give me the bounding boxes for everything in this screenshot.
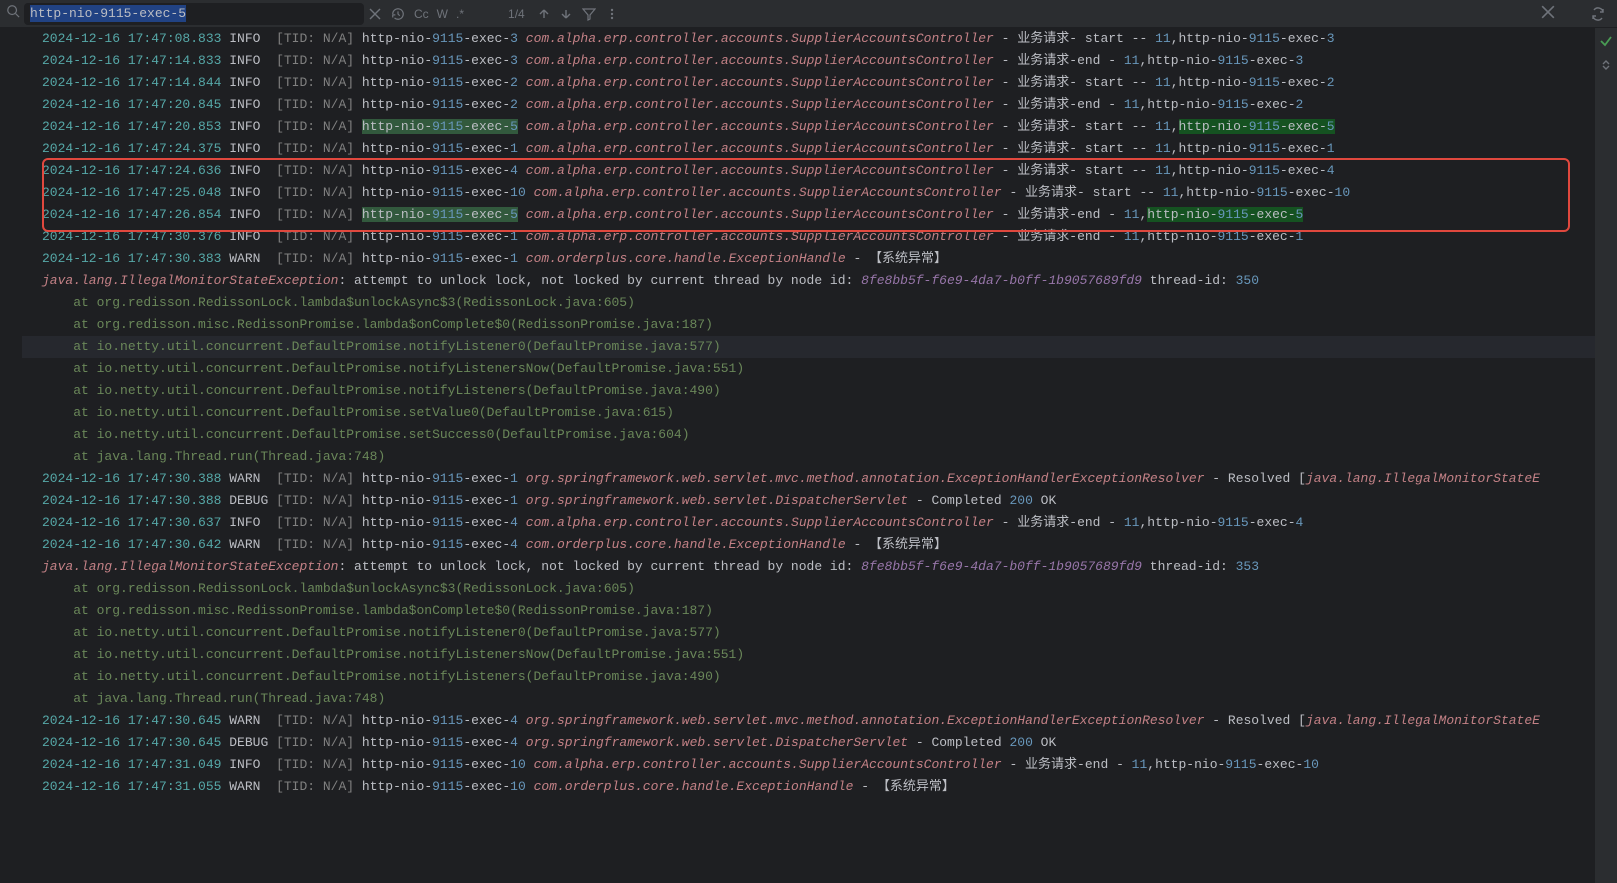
search-input[interactable]: http-nio-9115-exec-5 <box>28 5 188 22</box>
log-line[interactable]: 2024-12-16 17:47:31.049 INFO [TID: N/A] … <box>22 754 1595 776</box>
log-line[interactable]: 2024-12-16 17:47:30.383 WARN [TID: N/A] … <box>22 248 1595 270</box>
regex-toggle[interactable]: .* <box>452 7 468 21</box>
log-line[interactable]: at io.netty.util.concurrent.DefaultPromi… <box>22 424 1595 446</box>
log-line[interactable]: at org.redisson.RedissonLock.lambda$unlo… <box>22 578 1595 600</box>
prev-match-icon[interactable] <box>533 8 555 20</box>
expand-icon[interactable] <box>1600 59 1612 75</box>
log-line[interactable]: at io.netty.util.concurrent.DefaultPromi… <box>22 380 1595 402</box>
right-gutter <box>1595 28 1617 883</box>
log-line[interactable]: at io.netty.util.concurrent.DefaultPromi… <box>22 622 1595 644</box>
log-line[interactable]: at org.redisson.RedissonLock.lambda$unlo… <box>22 292 1595 314</box>
search-bar: http-nio-9115-exec-5 Cc W .* 1/4 <box>0 0 1617 28</box>
log-line[interactable]: 2024-12-16 17:47:20.845 INFO [TID: N/A] … <box>22 94 1595 116</box>
log-line[interactable]: at org.redisson.misc.RedissonPromise.lam… <box>22 314 1595 336</box>
log-line[interactable]: 2024-12-16 17:47:30.637 INFO [TID: N/A] … <box>22 512 1595 534</box>
log-line[interactable]: 2024-12-16 17:47:24.375 INFO [TID: N/A] … <box>22 138 1595 160</box>
log-line[interactable]: at io.netty.util.concurrent.DefaultPromi… <box>22 358 1595 380</box>
search-icon <box>6 4 20 23</box>
log-line[interactable]: at io.netty.util.concurrent.DefaultPromi… <box>22 644 1595 666</box>
log-line[interactable]: 2024-12-16 17:47:30.388 DEBUG [TID: N/A]… <box>22 490 1595 512</box>
search-input-wrap[interactable]: http-nio-9115-exec-5 <box>24 3 364 25</box>
more-options-icon[interactable] <box>601 8 623 20</box>
log-line[interactable]: at io.netty.util.concurrent.DefaultPromi… <box>22 666 1595 688</box>
log-line[interactable]: 2024-12-16 17:47:26.854 INFO [TID: N/A] … <box>22 204 1595 226</box>
sync-icon[interactable] <box>1585 6 1611 22</box>
log-line[interactable]: 2024-12-16 17:47:30.645 WARN [TID: N/A] … <box>22 710 1595 732</box>
search-history-icon[interactable] <box>386 7 410 21</box>
log-line[interactable]: at org.redisson.misc.RedissonPromise.lam… <box>22 600 1595 622</box>
log-line[interactable]: 2024-12-16 17:47:08.833 INFO [TID: N/A] … <box>22 28 1595 50</box>
log-line[interactable]: 2024-12-16 17:47:30.642 WARN [TID: N/A] … <box>22 534 1595 556</box>
log-line[interactable]: at java.lang.Thread.run(Thread.java:748) <box>22 688 1595 710</box>
log-line[interactable]: java.lang.IllegalMonitorStateException: … <box>22 270 1595 292</box>
log-line[interactable]: 2024-12-16 17:47:30.376 INFO [TID: N/A] … <box>22 226 1595 248</box>
log-line[interactable]: 2024-12-16 17:47:30.645 DEBUG [TID: N/A]… <box>22 732 1595 754</box>
log-line[interactable]: 2024-12-16 17:47:25.048 INFO [TID: N/A] … <box>22 182 1595 204</box>
log-line[interactable]: at java.lang.Thread.run(Thread.java:748) <box>22 446 1595 468</box>
filter-icon[interactable] <box>577 7 601 21</box>
whole-word-toggle[interactable]: W <box>433 7 452 21</box>
log-line[interactable] <box>22 798 1595 820</box>
match-case-toggle[interactable]: Cc <box>410 7 433 21</box>
log-viewport[interactable]: 2024-12-16 17:47:08.833 INFO [TID: N/A] … <box>0 28 1595 883</box>
log-line[interactable]: 2024-12-16 17:47:31.055 WARN [TID: N/A] … <box>22 776 1595 798</box>
log-line[interactable]: 2024-12-16 17:47:20.853 INFO [TID: N/A] … <box>22 116 1595 138</box>
log-line[interactable]: 2024-12-16 17:47:14.833 INFO [TID: N/A] … <box>22 50 1595 72</box>
log-line[interactable]: at io.netty.util.concurrent.DefaultPromi… <box>22 402 1595 424</box>
log-line[interactable]: 2024-12-16 17:47:24.636 INFO [TID: N/A] … <box>22 160 1595 182</box>
clear-search-icon[interactable] <box>364 8 386 20</box>
close-search-icon[interactable] <box>1535 3 1561 24</box>
log-line[interactable]: 2024-12-16 17:47:14.844 INFO [TID: N/A] … <box>22 72 1595 94</box>
log-line[interactable]: at io.netty.util.concurrent.DefaultPromi… <box>22 336 1595 358</box>
match-counter: 1/4 <box>508 7 525 21</box>
log-line[interactable]: 2024-12-16 17:47:30.388 WARN [TID: N/A] … <box>22 468 1595 490</box>
log-line[interactable]: java.lang.IllegalMonitorStateException: … <box>22 556 1595 578</box>
next-match-icon[interactable] <box>555 8 577 20</box>
analysis-ok-icon[interactable] <box>1599 34 1613 53</box>
